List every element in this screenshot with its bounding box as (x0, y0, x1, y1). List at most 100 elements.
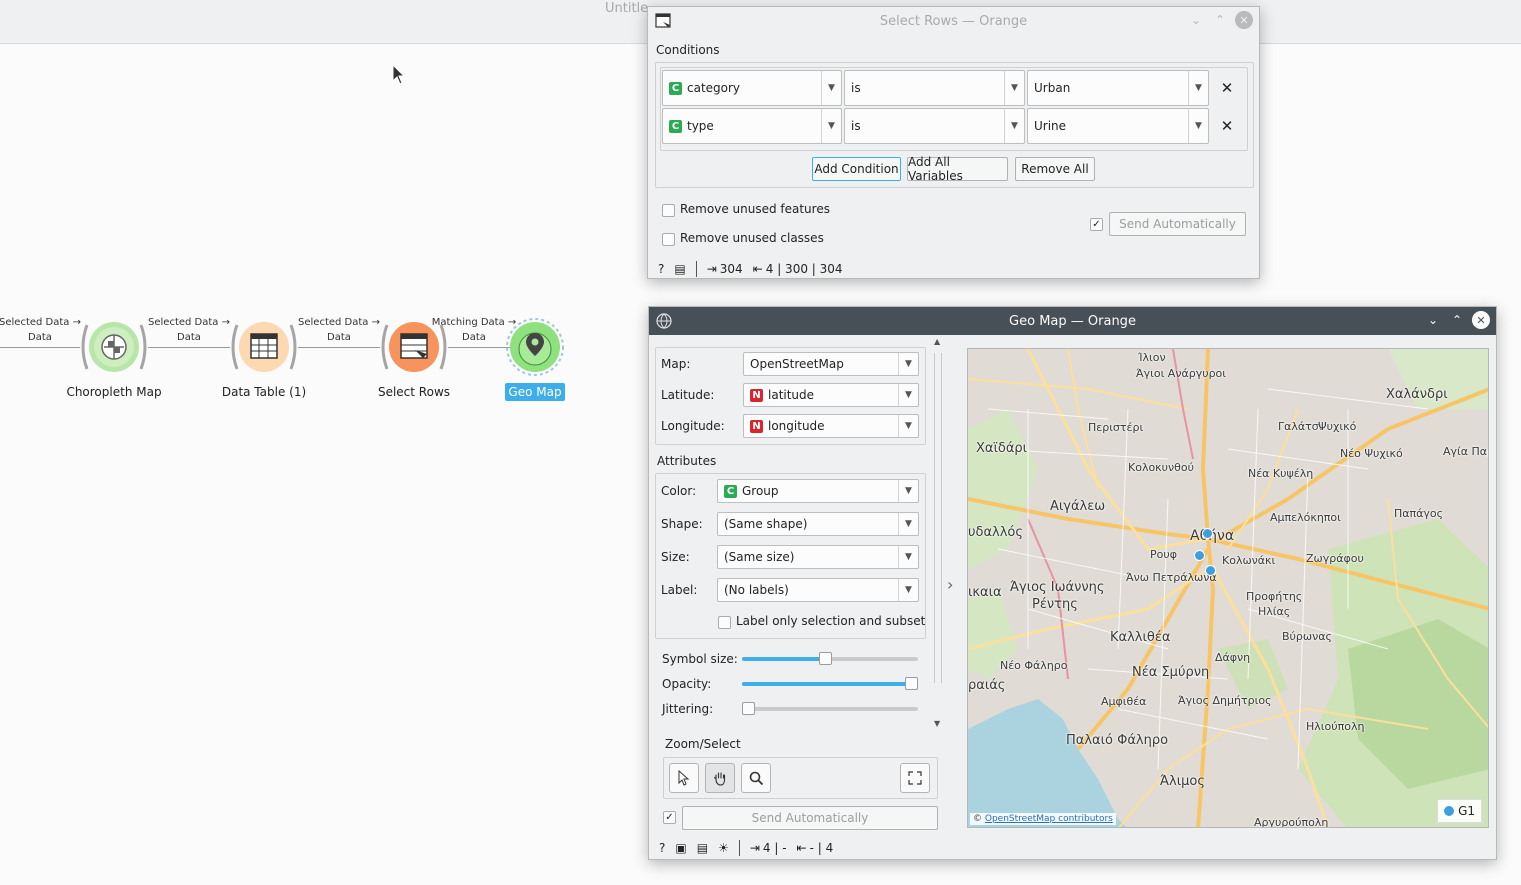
condition-variable-combo[interactable]: C type ▼ (662, 108, 842, 144)
categorical-icon: C (669, 81, 682, 95)
map-place-label: Αμπελόκηποι (1270, 511, 1341, 524)
condition-operator-combo[interactable]: is ▼ (844, 108, 1025, 144)
label-combo[interactable]: (No labels) ▼ (717, 578, 919, 602)
reset-zoom-tool[interactable] (900, 763, 930, 793)
map-data-point[interactable] (1205, 565, 1216, 576)
label-value: (No labels) (724, 583, 789, 597)
report-icon[interactable]: ▤ (697, 841, 708, 855)
collapse-panel-icon[interactable]: › (947, 575, 953, 594)
select-pointer-tool[interactable] (669, 763, 699, 793)
shape-combo[interactable]: (Same shape) ▼ (717, 512, 919, 536)
node-select-rows[interactable] (379, 317, 449, 377)
node-choropleth-map[interactable] (79, 317, 149, 377)
close-icon[interactable]: ✕ (1235, 11, 1253, 29)
input-count: 304 (719, 262, 743, 276)
map-view[interactable]: Ίλιον Άγιοι Ανάργυροι Περιστέρι Χαϊδάρι … (967, 348, 1489, 828)
chevron-down-icon[interactable]: ▼ (898, 480, 918, 502)
chevron-down-icon[interactable]: ▼ (1004, 71, 1024, 105)
geo-map-titlebar[interactable]: Geo Map — Orange ⌄ ⌃ ✕ (649, 307, 1496, 335)
condition-operator-combo[interactable]: is ▼ (844, 70, 1025, 106)
node-label[interactable]: Select Rows (344, 385, 484, 399)
pan-tool[interactable] (705, 763, 735, 793)
chevron-down-icon[interactable]: ▼ (898, 513, 918, 535)
send-automatically-button[interactable]: Send Automatically (1109, 212, 1246, 236)
node-label[interactable]: Geo Map (465, 383, 605, 401)
color-value: Group (742, 484, 779, 498)
remove-unused-features-checkbox[interactable] (662, 204, 675, 217)
node-label[interactable]: Choropleth Map (44, 385, 184, 399)
minimize-icon[interactable]: ⌄ (1187, 11, 1205, 29)
map-attribution: © OpenStreetMap contributors (970, 813, 1116, 825)
slider-handle[interactable] (905, 677, 918, 690)
condition-variable-combo[interactable]: C category ▼ (662, 70, 842, 106)
remove-condition-icon[interactable]: ✕ (1214, 75, 1240, 101)
slider-handle[interactable] (818, 652, 832, 665)
maximize-icon[interactable]: ⌃ (1211, 11, 1229, 29)
map-place-label: ικαια (968, 585, 1002, 600)
condition-value-combo[interactable]: Urine ▼ (1027, 108, 1209, 144)
label-label: Label: (661, 583, 698, 597)
help-icon[interactable]: ? (658, 262, 664, 276)
chevron-down-icon[interactable]: ▼ (821, 71, 841, 105)
node-circle (510, 322, 560, 372)
maximize-icon[interactable]: ⌃ (1448, 311, 1466, 329)
jittering-label: Jittering: (662, 702, 714, 716)
map-data-point[interactable] (1194, 550, 1205, 561)
condition-variable-value: type (687, 119, 714, 133)
node-circle (239, 322, 289, 372)
link-label: Selected Data → Data (0, 315, 85, 345)
add-all-variables-button[interactable]: Add All Variables (907, 155, 1008, 183)
map-legend: G1 (1437, 799, 1482, 823)
latitude-value: latitude (768, 388, 815, 402)
latitude-combo[interactable]: N latitude ▼ (743, 383, 919, 407)
longitude-combo[interactable]: N longitude ▼ (743, 414, 919, 438)
chevron-down-icon[interactable]: ▼ (898, 384, 918, 406)
report-icon[interactable]: ▤ (674, 262, 685, 276)
minimize-icon[interactable]: ⌄ (1424, 311, 1442, 329)
map-combo[interactable]: OpenStreetMap ▼ (743, 352, 919, 376)
scrollbar-handle[interactable] (934, 353, 942, 683)
input-icon: ⇥ (706, 262, 717, 276)
help-icon[interactable]: ? (659, 841, 665, 855)
close-icon[interactable]: ✕ (1472, 311, 1490, 329)
node-label-text[interactable]: Geo Map (505, 383, 565, 401)
send-automatically-checkbox[interactable]: ✓ (1090, 218, 1103, 231)
send-automatically-checkbox[interactable]: ✓ (663, 811, 676, 824)
chevron-down-icon[interactable]: ▼ (898, 415, 918, 437)
remove-unused-classes-checkbox[interactable] (662, 233, 675, 246)
chevron-down-icon[interactable]: ▼ (821, 109, 841, 143)
visual-settings-icon[interactable]: ☀ (718, 841, 729, 855)
output-summary: ⇤ - | 4 (797, 841, 834, 855)
map-place-label: Αμφιθέα (1101, 695, 1147, 708)
chevron-down-icon[interactable]: ▼ (1188, 71, 1208, 105)
size-combo[interactable]: (Same size) ▼ (717, 545, 919, 569)
symbol-size-slider[interactable] (742, 652, 918, 665)
condition-value-combo[interactable]: Urban ▼ (1027, 70, 1209, 106)
node-label[interactable]: Data Table (1) (194, 385, 334, 399)
zoom-tool[interactable] (741, 763, 771, 793)
attribution-link[interactable]: OpenStreetMap contributors (985, 814, 1113, 824)
controls-scrollbar[interactable]: ▲ ▼ (932, 337, 944, 732)
slider-handle[interactable] (742, 702, 755, 715)
send-automatically-button[interactable]: Send Automatically (682, 806, 938, 830)
select-rows-titlebar[interactable]: Select Rows — Orange ⌄ ⌃ ✕ (648, 7, 1259, 35)
node-geo-map[interactable] (500, 317, 570, 377)
add-condition-button[interactable]: Add Condition (812, 157, 901, 181)
remove-all-button[interactable]: Remove All (1015, 157, 1095, 181)
label-only-selection-checkbox[interactable] (718, 616, 731, 629)
map-data-point[interactable] (1202, 528, 1213, 539)
jittering-slider[interactable] (742, 702, 918, 715)
chevron-down-icon[interactable]: ▼ (898, 579, 918, 601)
chevron-down-icon[interactable]: ▼ (1188, 109, 1208, 143)
scroll-down-icon[interactable]: ▼ (934, 719, 940, 728)
node-data-table[interactable] (229, 317, 299, 377)
chevron-down-icon[interactable]: ▼ (1004, 109, 1024, 143)
chevron-down-icon[interactable]: ▼ (898, 353, 918, 375)
color-combo[interactable]: C Group ▼ (717, 479, 919, 503)
chevron-down-icon[interactable]: ▼ (898, 546, 918, 568)
scroll-up-icon[interactable]: ▲ (934, 337, 940, 346)
save-image-icon[interactable]: ▣ (675, 841, 686, 855)
map-place-label: Χαϊδάρι (976, 441, 1028, 456)
opacity-slider[interactable] (742, 677, 918, 690)
remove-condition-icon[interactable]: ✕ (1214, 113, 1240, 139)
